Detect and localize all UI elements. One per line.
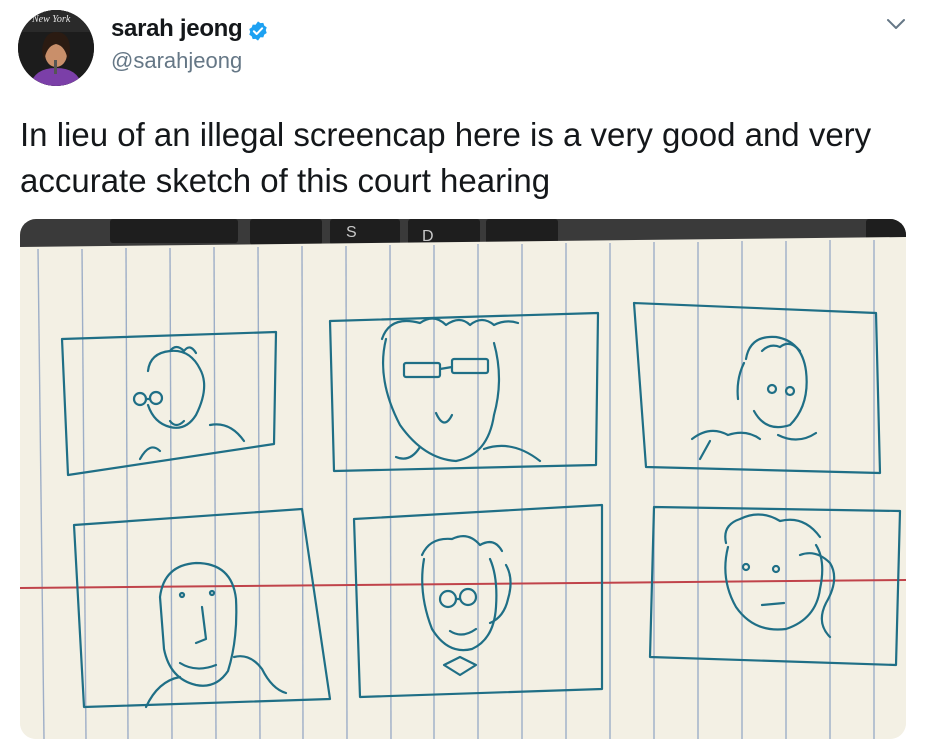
- keyboard-key: [330, 219, 400, 245]
- key-label-s: S: [346, 224, 357, 241]
- keyboard-key: [110, 219, 238, 243]
- tweet-media-image[interactable]: S D: [20, 219, 906, 739]
- keyboard-key: [250, 219, 322, 245]
- user-handle[interactable]: @sarahjeong: [111, 48, 242, 74]
- keyboard-key: [408, 219, 480, 245]
- avatar-banner-text: New York: [31, 14, 71, 25]
- display-name[interactable]: sarah jeong: [111, 15, 243, 43]
- notebook-paper: [20, 237, 906, 739]
- verified-badge-icon: [249, 21, 267, 41]
- tweet-text: In lieu of an illegal screencap here is …: [20, 116, 872, 199]
- avatar[interactable]: New York: [18, 10, 94, 86]
- chevron-down-icon[interactable]: [885, 15, 907, 33]
